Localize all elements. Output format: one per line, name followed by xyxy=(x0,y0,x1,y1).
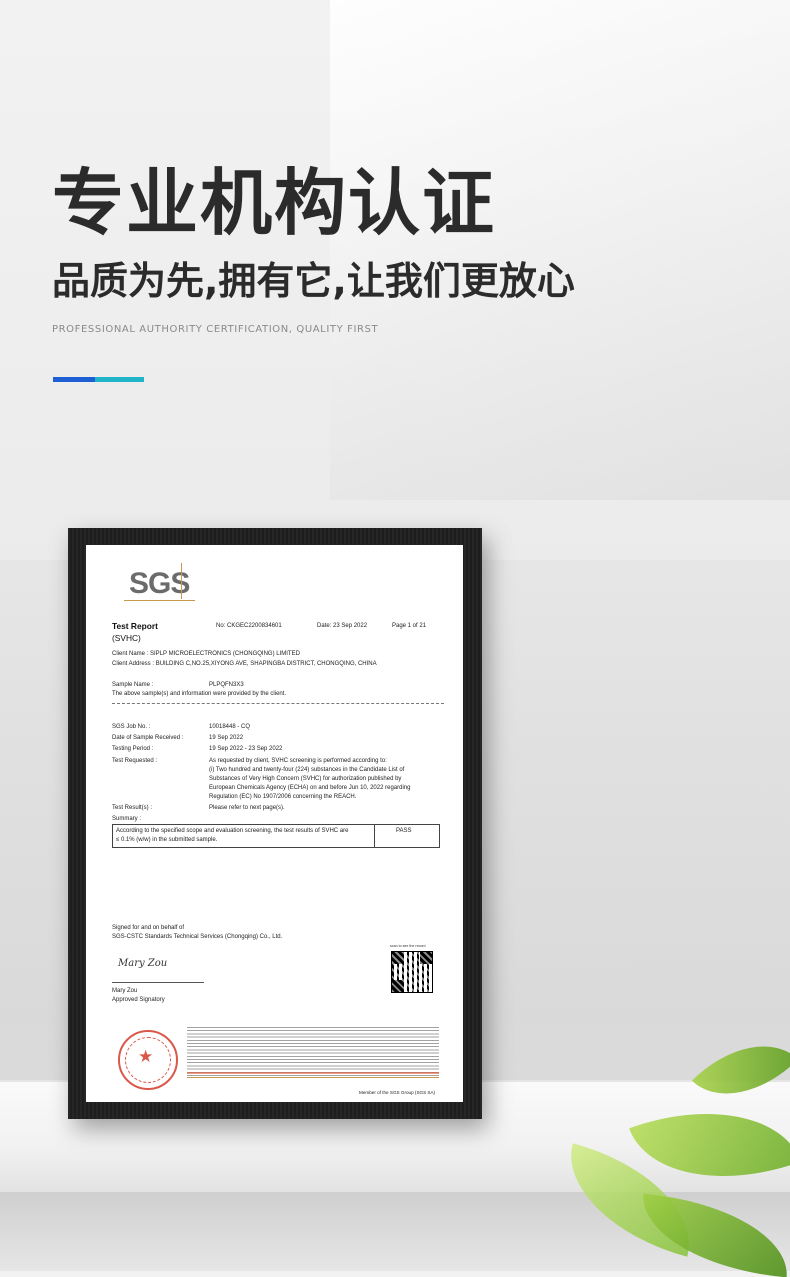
signed-company: SGS-CSTC Standards Technical Services (C… xyxy=(112,934,283,940)
footer-rule xyxy=(187,1077,439,1078)
qr-caption: scan to see the record xyxy=(390,944,426,948)
page-subtitle: 品质为先,拥有它,让我们更放心 xyxy=(52,259,575,303)
sgs-member-note: Member of the SGS Group (SGS SA) xyxy=(359,1090,436,1095)
date-received-label: Date of Sample Received : xyxy=(112,735,184,741)
signatory-name: Mary Zou xyxy=(112,988,138,994)
client-name: Client Name : SIPLP MICROELECTRONICS (CH… xyxy=(112,651,300,657)
accent-bar xyxy=(53,377,144,382)
test-requested-line: European Chemicals Agency (ECHA) on and … xyxy=(209,785,411,791)
sample-name-value: PLPQFN3X3 xyxy=(209,682,244,688)
page-title: 专业机构认证 xyxy=(52,161,497,245)
test-requested-line: (i) Two hundred and twenty-four (224) su… xyxy=(209,767,405,773)
sample-note: The above sample(s) and information were… xyxy=(112,691,287,697)
testing-period-value: 19 Sep 2022 - 23 Sep 2022 xyxy=(209,746,283,752)
summary-result: PASS xyxy=(396,828,412,834)
official-seal-icon: ★ xyxy=(118,1030,178,1090)
report-number: No: CKGEC2200834601 xyxy=(216,623,282,629)
signed-on-behalf: Signed for and on behalf of xyxy=(112,925,185,931)
accent-bar-blue xyxy=(53,377,95,382)
test-results-value: Please refer to next page(s). xyxy=(209,805,285,811)
summary-label: Summary : xyxy=(112,816,142,822)
test-requested-line: Regulation (EC) No 1907/2006 concerning … xyxy=(209,794,357,800)
test-requested-label: Test Requested : xyxy=(112,758,158,764)
report-date: Date: 23 Sep 2022 xyxy=(317,623,368,629)
logo-underline xyxy=(124,600,195,601)
page-tagline: PROFESSIONAL AUTHORITY CERTIFICATION, QU… xyxy=(52,324,379,335)
report-title: Test Report xyxy=(112,621,158,631)
date-received-value: 19 Sep 2022 xyxy=(209,735,244,741)
terms-warning-line xyxy=(187,1072,439,1074)
test-requested-line: As requested by client, SVHC screening i… xyxy=(209,758,387,764)
certificate-frame: SGS Test Report (SVHC) No: CKGEC22008346… xyxy=(68,528,482,1119)
accent-bar-teal xyxy=(95,377,144,382)
testing-period-label: Testing Period : xyxy=(112,746,154,752)
job-no-label: SGS Job No. : xyxy=(112,724,151,730)
sample-name-label: Sample Name : xyxy=(112,682,154,688)
report-page: Page 1 of 21 xyxy=(392,623,427,629)
signature-line xyxy=(112,982,204,983)
divider xyxy=(112,703,444,704)
qr-code-icon xyxy=(391,951,433,993)
summary-text: ≤ 0.1% (w/w) in the submitted sample. xyxy=(116,837,218,843)
client-address: Client Address : BUILDING C,NO.25,XIYONG… xyxy=(112,661,377,667)
summary-table-divider xyxy=(374,825,375,847)
light-reflection xyxy=(330,0,790,500)
summary-text: According to the specified scope and eva… xyxy=(116,828,349,834)
job-no-value: 10018448 - CQ xyxy=(209,724,251,730)
certificate-document: SGS Test Report (SVHC) No: CKGEC22008346… xyxy=(86,545,463,1102)
report-subtitle: (SVHC) xyxy=(112,633,141,643)
logo-divider xyxy=(181,563,182,599)
test-requested-line: Substances of Very High Concern (SVHC) f… xyxy=(209,776,402,782)
summary-table: According to the specified scope and eva… xyxy=(112,824,440,848)
signatory-title: Approved Signatory xyxy=(112,997,165,1003)
signature: Mary Zou xyxy=(118,958,168,969)
test-results-label: Test Result(s) : xyxy=(112,805,153,811)
terms-fine-print xyxy=(187,1027,439,1077)
